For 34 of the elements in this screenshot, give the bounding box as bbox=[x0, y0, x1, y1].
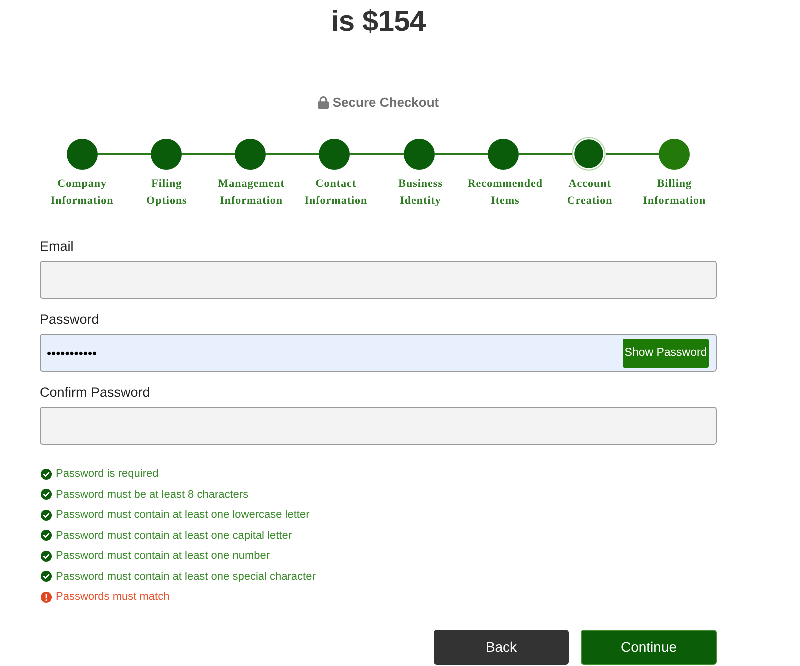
input-field[interactable]: ••••••••••• Show Password bbox=[40, 334, 717, 372]
show-password-button[interactable]: Show Password bbox=[623, 338, 709, 368]
step-connector bbox=[434, 153, 488, 155]
rule-text: Passwords must match bbox=[56, 591, 170, 604]
step-connector bbox=[98, 153, 152, 155]
step-label: Recommended Items bbox=[468, 177, 544, 209]
step-label: Billing Information bbox=[643, 177, 706, 209]
field-label: Password bbox=[40, 311, 100, 328]
step-connector bbox=[350, 153, 404, 155]
rule-text: Password is required bbox=[56, 468, 159, 480]
rule-text: Password must be at least 8 characters bbox=[56, 488, 249, 501]
lock-icon bbox=[318, 96, 329, 108]
secure-checkout-label: Secure Checkout bbox=[332, 94, 440, 110]
field-label: Confirm Password bbox=[40, 384, 152, 401]
step-connector bbox=[266, 153, 320, 155]
back-button[interactable]: Back bbox=[434, 630, 569, 664]
continue-button[interactable]: Continue bbox=[581, 630, 717, 664]
rule-text: Password must contain at least one lowercase letter bbox=[56, 509, 310, 522]
rule-text: Password must contain at least one special character bbox=[56, 570, 316, 583]
step-label: Account Creation bbox=[567, 177, 613, 209]
price-heading: is $154 bbox=[330, 5, 427, 40]
step-connector bbox=[182, 153, 236, 155]
step-connector bbox=[606, 153, 659, 155]
rule-text: Password must contain at least one number bbox=[56, 550, 270, 562]
rule-text: Password must contain at least one capital letter bbox=[56, 530, 292, 542]
step-label: Management Information bbox=[218, 177, 285, 209]
input-field[interactable] bbox=[40, 407, 717, 445]
input-field[interactable] bbox=[40, 261, 717, 299]
step-connector bbox=[518, 153, 572, 155]
step-label: Company Information bbox=[50, 177, 114, 209]
step-label: Business Identity bbox=[398, 177, 443, 209]
step-label: Contact Information bbox=[304, 177, 368, 209]
field-label: Email bbox=[40, 238, 75, 255]
step-label: Filing Options bbox=[146, 177, 188, 209]
